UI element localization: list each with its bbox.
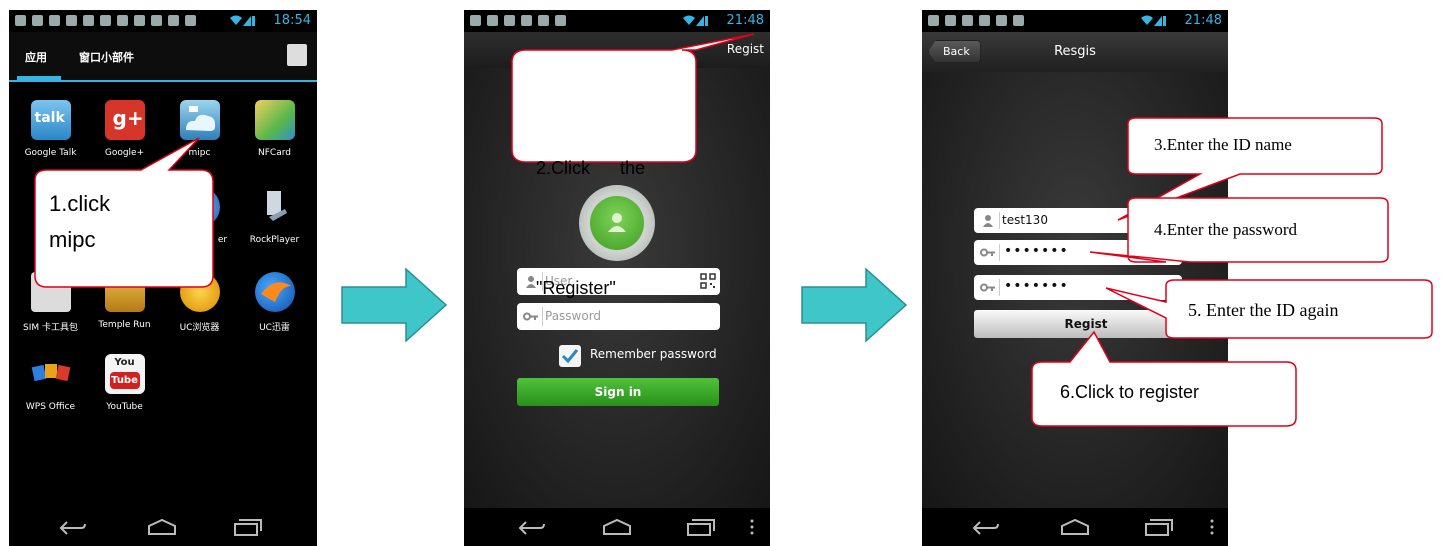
notification-icons [928, 15, 1024, 26]
back-nav-icon[interactable] [970, 518, 1000, 536]
nav-bar [922, 508, 1228, 546]
home-nav-icon[interactable] [147, 518, 177, 536]
callout-step6: 6.Click to register [1030, 330, 1302, 430]
app-mipc[interactable]: mipc [162, 100, 237, 158]
app-label: RockPlayer [249, 235, 300, 245]
callout-step2: 2.Click the "Register" [511, 33, 772, 298]
app-label: YouTube [106, 402, 143, 412]
app-label: SIM 卡工具包 [23, 323, 78, 333]
recent-apps-icon[interactable] [233, 518, 263, 536]
recent-apps-icon[interactable] [686, 518, 716, 536]
password-dots: ••••••• [1004, 243, 1069, 259]
signal-icon [1141, 15, 1166, 26]
nav-bar [464, 508, 770, 546]
page-title: Resgis [1054, 44, 1096, 59]
home-nav-icon[interactable] [602, 518, 632, 536]
status-time: 21:48 [726, 13, 764, 28]
app-label: Temple Run [98, 320, 151, 330]
back-nav-icon[interactable] [57, 518, 87, 536]
app-google-talk[interactable]: talk Google Talk [13, 100, 88, 158]
wps-office-icon [31, 354, 71, 394]
step6-text: 6.Click to register [1060, 382, 1200, 402]
youtube-you-text: You [114, 357, 135, 368]
talk-icon-text: talk [34, 110, 65, 126]
rockplayer-icon [254, 187, 295, 227]
app-label: NFCard [258, 148, 291, 158]
status-bar: 21:48 [464, 10, 770, 32]
app-grid: talk Google Talk g+ Google+ mipc NFCard … [9, 82, 317, 508]
app-label: WPS Office [25, 402, 76, 412]
key-icon [980, 283, 995, 292]
field-separator [999, 244, 1000, 261]
app-label: UC迅雷 [259, 323, 290, 333]
overflow-menu-icon[interactable] [748, 518, 756, 536]
overflow-menu-icon[interactable] [1208, 518, 1216, 536]
status-time: 21:48 [1184, 13, 1222, 28]
callout-step1: 1.click mipc [23, 137, 223, 290]
mipc-icon [179, 100, 220, 140]
home-nav-icon[interactable] [1060, 518, 1090, 536]
play-store-icon[interactable] [287, 44, 307, 66]
key-icon [980, 248, 995, 257]
drawer-tabs: 应用 窗口小部件 [9, 32, 317, 82]
app-uc-thunder[interactable]: UC迅雷 [237, 272, 312, 333]
nfcard-icon [254, 100, 295, 140]
tab-indicator [17, 76, 61, 80]
app-google-plus[interactable]: g+ Google+ [87, 100, 162, 158]
notification-icons [15, 15, 196, 26]
uc-thunder-icon [254, 272, 295, 312]
google-plus-icon: g+ [104, 100, 145, 140]
arrow-right-icon [341, 267, 448, 343]
status-time: 18:54 [273, 13, 311, 28]
qr-code-icon[interactable] [700, 273, 716, 289]
step2-line1: 2.Click the [536, 158, 646, 178]
youtube-tube-text: Tube [109, 372, 140, 389]
user-icon [983, 215, 993, 227]
tab-apps[interactable]: 应用 [25, 49, 47, 65]
app-youtube[interactable]: You Tube YouTube [87, 354, 162, 412]
status-bar: 21:48 [922, 10, 1228, 32]
callout-step4: 4.Enter the password [1080, 196, 1400, 276]
step3-text: 3.Enter the ID name [1154, 135, 1292, 154]
signal-icon [230, 15, 255, 26]
register-topbar: Back Resgis [922, 32, 1228, 72]
confirm-dots: ••••••• [1004, 278, 1069, 294]
field-separator [999, 212, 1000, 229]
youtube-icon: You Tube [104, 354, 145, 394]
google-talk-icon: talk [30, 100, 71, 140]
step1-line1: 1.click [49, 191, 111, 216]
app-label: Google+ [104, 148, 145, 158]
arrow-right-icon [801, 267, 908, 343]
signal-icon [683, 15, 708, 26]
step4-text: 4.Enter the password [1154, 220, 1298, 239]
app-nfcard[interactable]: NFCard [237, 100, 312, 158]
notification-icons [470, 15, 566, 26]
status-bar: 18:54 [9, 10, 317, 32]
step5-text: 5. Enter the ID again [1188, 300, 1339, 320]
recent-apps-icon[interactable] [1144, 518, 1174, 536]
field-separator [999, 279, 1000, 296]
nav-bar [9, 508, 317, 546]
app-label: Google Talk [24, 148, 77, 158]
step2-line2: "Register" [536, 278, 616, 298]
id-value: test130 [1002, 213, 1048, 227]
app-rockplayer[interactable]: RockPlayer [237, 187, 312, 245]
step1-line2: mipc [49, 227, 96, 252]
app-wps-office[interactable]: WPS Office [13, 354, 88, 412]
tab-widgets[interactable]: 窗口小部件 [79, 49, 134, 65]
back-nav-icon[interactable] [516, 518, 546, 536]
app-label: UC浏览器 [179, 323, 220, 333]
